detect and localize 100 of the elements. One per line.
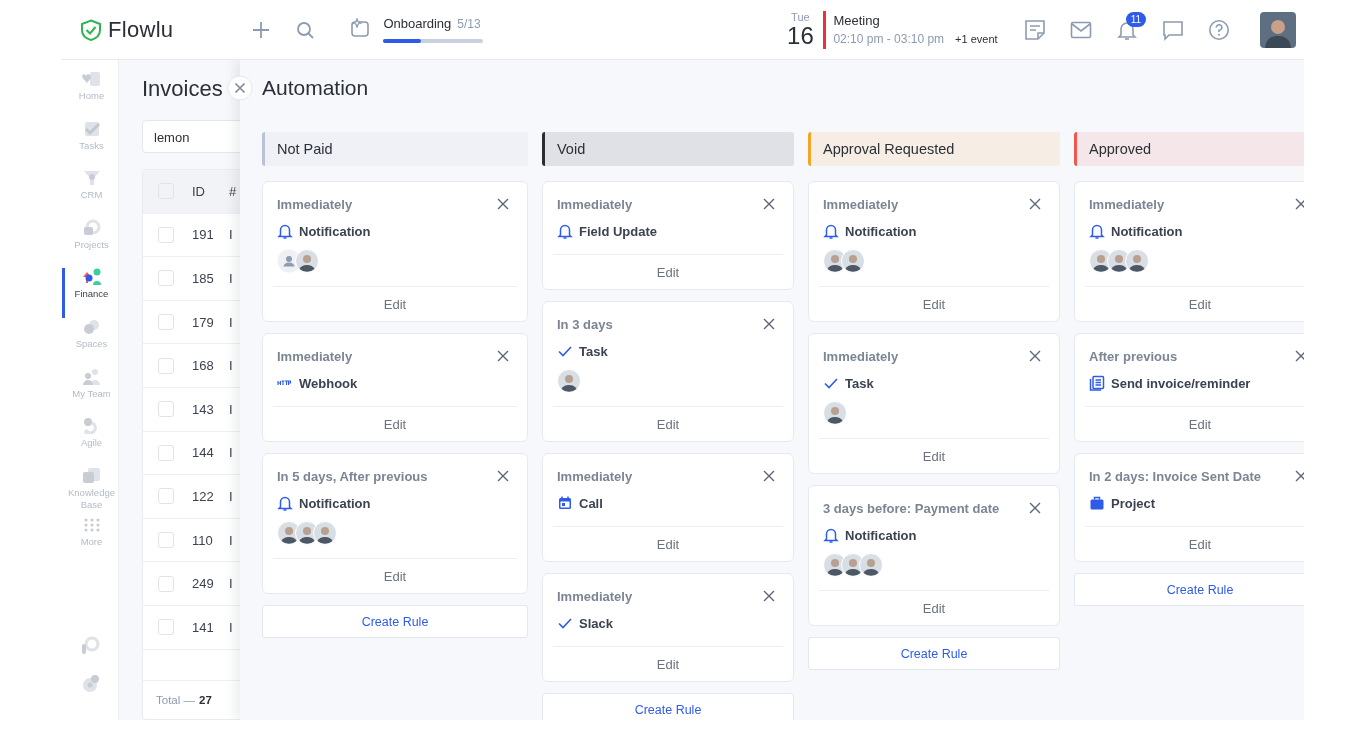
table-cell: I — [229, 532, 233, 548]
column-header: Approved — [1074, 132, 1304, 166]
close-icon[interactable] — [1295, 198, 1304, 210]
edit-link[interactable]: Edit — [1085, 526, 1304, 561]
close-icon[interactable] — [1029, 198, 1041, 210]
checkbox[interactable] — [158, 314, 174, 331]
close-icon[interactable] — [763, 470, 775, 482]
funnel-icon — [81, 169, 102, 188]
close-icon[interactable] — [1295, 350, 1304, 362]
rule-action: Notification — [299, 495, 371, 511]
close-icon[interactable] — [497, 470, 509, 482]
rule-trigger: Immediately — [1089, 196, 1165, 212]
bell-icon — [557, 223, 573, 239]
rule-trigger: Immediately — [823, 348, 899, 364]
bell-icon — [823, 527, 839, 543]
rule-action: Call — [579, 495, 603, 511]
panel-title: Automation — [262, 76, 370, 100]
user-avatar — [295, 249, 319, 273]
checkbox[interactable] — [158, 270, 174, 287]
briefcase-icon — [1089, 495, 1105, 511]
bell-icon — [1089, 223, 1105, 239]
edit-link[interactable]: Edit — [553, 646, 783, 681]
rule-action: Task — [845, 375, 874, 391]
edit-link[interactable]: Edit — [553, 526, 783, 561]
table-cell-text: 141 — [192, 619, 215, 635]
more-events-link[interactable]: +1 event — [955, 33, 998, 45]
onboarding-icon[interactable] — [350, 17, 371, 38]
close-icon[interactable] — [1029, 502, 1041, 514]
notification-badge: 11 — [1125, 11, 1146, 27]
create-rule-button[interactable]: Create Rule — [262, 605, 528, 638]
user-avatar[interactable] — [1259, 11, 1296, 48]
table-cell-text: 144 — [192, 445, 215, 461]
onboarding-link[interactable]: Onboarding — [383, 16, 452, 31]
search-field[interactable]: lemon — [142, 120, 240, 153]
bell-icon — [823, 223, 839, 239]
circles-icon — [81, 317, 102, 336]
table-cell: I — [229, 271, 233, 286]
edit-link[interactable]: Edit — [1085, 286, 1304, 321]
projects-icon — [81, 218, 102, 237]
table-cell-text: 122 — [192, 488, 215, 504]
table-cell-text: 191 — [192, 227, 215, 243]
edit-link[interactable]: Edit — [273, 286, 517, 321]
logo-mark-icon[interactable] — [80, 636, 100, 656]
user-avatar — [823, 401, 847, 425]
create-rule-button[interactable]: Create Rule — [542, 693, 794, 720]
table-cell-text: 168 — [192, 358, 215, 374]
create-rule-button[interactable]: Create Rule — [808, 637, 1060, 670]
edit-link[interactable]: Edit — [273, 558, 517, 593]
table-cell-text: 179 — [192, 314, 215, 330]
plus-icon[interactable] — [252, 20, 271, 39]
user-avatar — [841, 249, 865, 273]
event-time: 02:10 pm - 03:10 pm — [833, 32, 945, 46]
checkbox[interactable] — [158, 575, 174, 592]
checkbox[interactable] — [158, 357, 174, 374]
edit-link[interactable]: Edit — [1085, 406, 1304, 441]
checkbox[interactable] — [158, 444, 174, 461]
column-header: ID — [192, 183, 206, 199]
close-icon[interactable] — [763, 318, 775, 330]
rule-trigger: 3 days before: Payment date — [823, 500, 1000, 516]
total-label: Total — — [156, 694, 195, 706]
rule-trigger: Immediately — [823, 196, 899, 212]
notes-icon[interactable] — [1023, 18, 1046, 41]
close-icon[interactable] — [497, 198, 509, 210]
table-cell-text: 185 — [192, 271, 215, 286]
rule-action: Notification — [845, 527, 917, 543]
checkbox[interactable] — [158, 488, 174, 505]
onboarding-count: 5/13 — [457, 17, 481, 31]
rule-action: Notification — [1111, 223, 1183, 239]
table-cell-text: 143 — [192, 401, 215, 417]
close-icon[interactable] — [497, 350, 509, 362]
user-avatar — [313, 521, 337, 545]
chat-icon[interactable] — [1161, 18, 1184, 41]
edit-link[interactable]: Edit — [819, 286, 1049, 321]
edit-link[interactable]: Edit — [553, 254, 783, 289]
rule-trigger: Immediately — [557, 588, 633, 604]
settings-icon[interactable] — [80, 674, 100, 694]
create-rule-button[interactable]: Create Rule — [1074, 573, 1304, 606]
book-icon — [81, 466, 102, 485]
table-cell: I — [229, 445, 233, 461]
weekday-label: Tue — [791, 10, 810, 23]
document-icon — [1089, 375, 1105, 391]
close-icon[interactable] — [763, 198, 775, 210]
close-icon[interactable] — [1295, 470, 1304, 482]
checkbox[interactable] — [158, 619, 174, 636]
close-icon[interactable] — [763, 590, 775, 602]
table-cell: I — [229, 619, 233, 635]
close-icon[interactable] — [1029, 350, 1041, 362]
checkbox[interactable] — [158, 532, 174, 549]
event-title[interactable]: Meeting — [833, 13, 998, 28]
user-avatar — [859, 553, 883, 577]
search-icon[interactable] — [296, 20, 315, 39]
edit-link[interactable]: Edit — [553, 406, 783, 441]
checkbox[interactable] — [158, 401, 174, 418]
edit-link[interactable]: Edit — [819, 590, 1049, 625]
checkbox[interactable] — [158, 226, 174, 243]
edit-link[interactable]: Edit — [273, 406, 517, 441]
edit-link[interactable]: Edit — [819, 438, 1049, 473]
help-icon[interactable] — [1207, 18, 1230, 41]
people-icon — [81, 367, 102, 386]
total-count: 27 — [199, 694, 212, 706]
